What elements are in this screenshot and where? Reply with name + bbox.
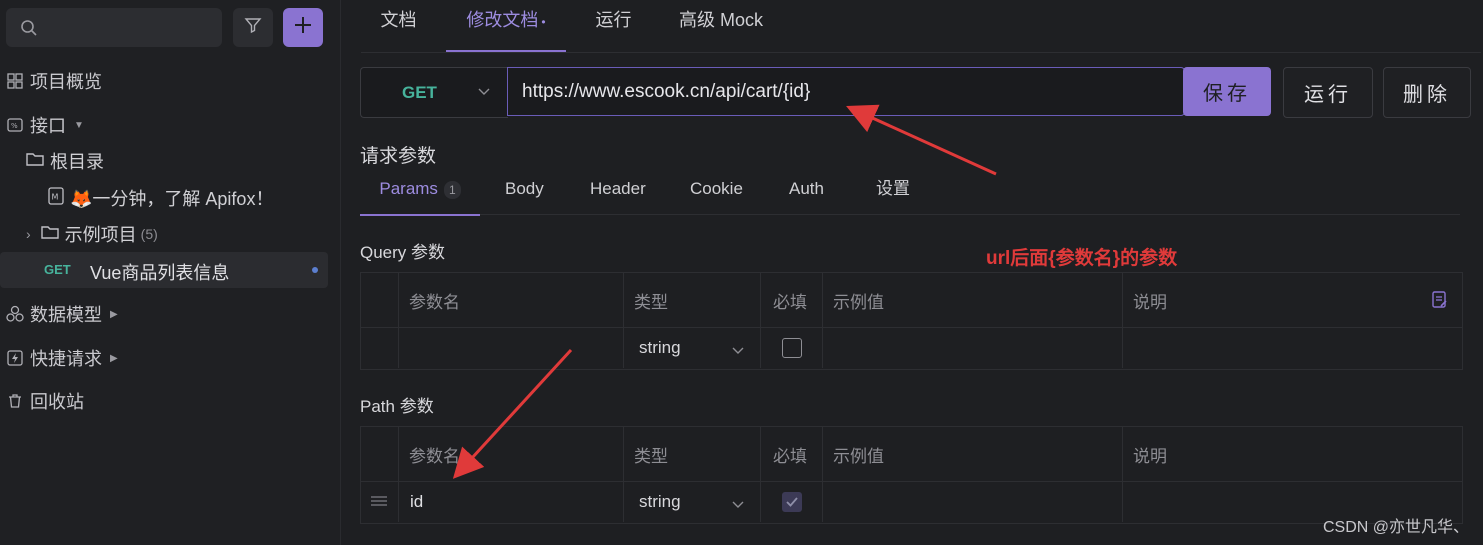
arrow-to-url (846, 104, 997, 176)
annotation-arrows (452, 104, 997, 479)
watermark: CSDN @亦世凡华、 (1322, 519, 1469, 536)
arrow-to-path-param (452, 348, 573, 479)
